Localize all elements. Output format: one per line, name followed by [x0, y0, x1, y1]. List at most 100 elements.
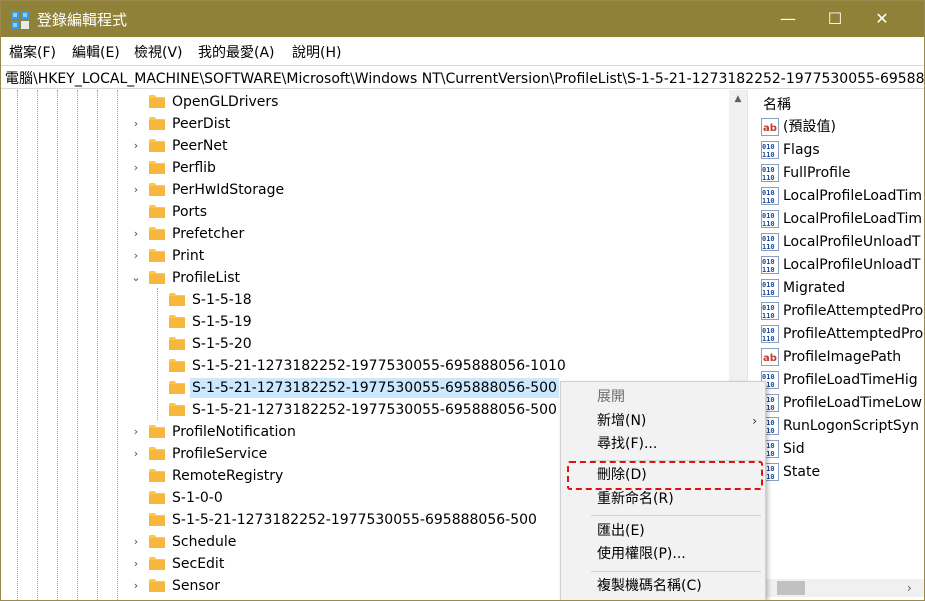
context-menu-find[interactable]: 尋找(F)...	[561, 433, 765, 456]
delete-highlight-box	[567, 461, 763, 490]
context-menu-permissions[interactable]: 使用權限(P)...	[561, 543, 765, 566]
tree-item-label: OpenGLDrivers	[172, 94, 279, 110]
svg-text:ab: ab	[763, 353, 777, 364]
svg-text:010: 010	[762, 235, 775, 243]
folder-icon	[169, 315, 185, 328]
title-bar: 登錄編輯程式 — ☐ ✕	[1, 1, 924, 37]
tree-item-prefetcher[interactable]: › Prefetcher	[1, 223, 729, 245]
tree-item-sid-1010[interactable]: S-1-5-21-1273182252-1977530055-695888056…	[1, 355, 729, 377]
address-bar[interactable]: 電腦\HKEY_LOCAL_MACHINE\SOFTWARE\Microsoft…	[1, 65, 924, 89]
scrollbar-thumb[interactable]	[777, 581, 805, 595]
binary-value-icon: 010110	[761, 187, 779, 205]
chevron-right-icon[interactable]: ›	[129, 179, 143, 201]
tree-item-s-1-5-20[interactable]: S-1-5-20	[1, 333, 729, 355]
svg-text:110: 110	[762, 289, 775, 297]
folder-icon	[149, 139, 165, 152]
column-header-name[interactable]: 名稱	[763, 94, 791, 114]
chevron-right-icon[interactable]: ›	[129, 553, 143, 575]
close-button[interactable]: ✕	[859, 1, 905, 37]
chevron-right-icon[interactable]: ›	[129, 245, 143, 267]
tree-item-label: PerHwIdStorage	[172, 182, 285, 198]
chevron-right-icon[interactable]: ›	[129, 575, 143, 597]
scroll-right-icon[interactable]: ›	[907, 579, 912, 597]
svg-text:010: 010	[762, 258, 775, 266]
chevron-right-icon[interactable]: ›	[129, 531, 143, 553]
tree-item-s-1-5-19[interactable]: S-1-5-19	[1, 311, 729, 333]
binary-value-icon: 010110	[761, 256, 779, 274]
chevron-right-icon[interactable]	[129, 487, 143, 509]
tree-item-opengldrivers[interactable]: OpenGLDrivers	[1, 91, 729, 113]
value-name: ProfileImagePath	[783, 349, 902, 365]
value-name: Flags	[783, 142, 820, 158]
chevron-right-icon[interactable]	[149, 355, 163, 377]
chevron-down-icon[interactable]: ⌄	[129, 267, 143, 289]
scroll-up-icon[interactable]: ▲	[729, 90, 747, 108]
context-menu-copy-key-name[interactable]: 複製機碼名稱(C)	[561, 575, 765, 598]
tree-item-label: S-1-5-19	[192, 314, 252, 330]
folder-icon	[149, 249, 165, 262]
folder-icon	[149, 425, 165, 438]
maximize-button[interactable]: ☐	[812, 1, 858, 37]
svg-text:110: 110	[762, 220, 775, 228]
chevron-right-icon[interactable]	[129, 91, 143, 113]
folder-icon	[149, 117, 165, 130]
chevron-right-icon[interactable]: ›	[129, 223, 143, 245]
menu-edit[interactable]: 編輯(E)	[72, 42, 120, 62]
context-menu-new[interactable]: 新增(N) ›	[561, 410, 765, 433]
folder-icon	[149, 557, 165, 570]
svg-text:ab: ab	[763, 123, 777, 134]
tree-item-s-1-5-18[interactable]: S-1-5-18	[1, 289, 729, 311]
value-name: RunLogonScriptSyn	[783, 418, 919, 434]
menu-item-label: 尋找(F)...	[597, 436, 658, 452]
values-list-pane[interactable]: 名稱 ab (預設值) 010 110 Flags 010 110 FullProf…	[755, 90, 924, 600]
menu-item-label: 複製機碼名稱(C)	[597, 578, 702, 594]
menu-help[interactable]: 說明(H)	[292, 42, 341, 62]
chevron-right-icon[interactable]	[149, 311, 163, 333]
address-path[interactable]: 電腦\HKEY_LOCAL_MACHINE\SOFTWARE\Microsoft…	[5, 68, 924, 88]
chevron-right-icon[interactable]: ›	[129, 421, 143, 443]
chevron-right-icon[interactable]	[129, 465, 143, 487]
tree-item-label: S-1-5-21-1273182252-1977530055-695888056…	[172, 512, 537, 528]
context-menu-expand: 展開	[561, 386, 765, 409]
tree-item-ports[interactable]: Ports	[1, 201, 729, 223]
svg-text:110: 110	[762, 266, 775, 274]
chevron-right-icon[interactable]	[129, 201, 143, 223]
tree-item-label: Schedule	[172, 534, 237, 550]
tree-item-perflib[interactable]: › Perflib	[1, 157, 729, 179]
svg-text:110: 110	[762, 151, 775, 159]
value-name: LocalProfileUnloadT	[783, 257, 921, 273]
chevron-right-icon[interactable]	[149, 333, 163, 355]
tree-item-profilelist[interactable]: ⌄ ProfileList	[1, 267, 729, 289]
binary-value-icon: 010110	[761, 279, 779, 297]
menu-view[interactable]: 檢視(V)	[134, 42, 183, 62]
values-horizontal-scrollbar[interactable]: ‹ ›	[755, 579, 924, 597]
menu-favorites[interactable]: 我的最愛(A)	[198, 42, 275, 62]
string-value-icon: ab	[761, 348, 779, 366]
chevron-right-icon[interactable]	[149, 377, 163, 399]
chevron-right-icon[interactable]: ›	[129, 157, 143, 179]
chevron-right-icon[interactable]: ›	[129, 135, 143, 157]
tree-item-label: S-1-0-0	[172, 490, 223, 506]
chevron-right-icon[interactable]: ›	[129, 443, 143, 465]
minimize-button[interactable]: —	[765, 1, 811, 37]
tree-item-label: S-1-5-21-1273182252-1977530055-695888056…	[192, 358, 566, 374]
chevron-right-icon[interactable]	[149, 289, 163, 311]
tree-item-label: Perflib	[172, 160, 216, 176]
menu-bar: 檔案(F) 編輯(E) 檢視(V) 我的最愛(A) 說明(H)	[1, 37, 924, 65]
tree-item-print[interactable]: › Print	[1, 245, 729, 267]
menu-item-label: 展開	[597, 389, 625, 405]
tree-item-peernet[interactable]: › PeerNet	[1, 135, 729, 157]
chevron-right-icon[interactable]: ›	[129, 113, 143, 135]
folder-icon	[149, 227, 165, 240]
chevron-right-icon[interactable]	[129, 509, 143, 531]
context-menu: 展開 新增(N) › 尋找(F)... 刪除(D) 重新命名(R) 匯出(E) …	[560, 381, 766, 600]
chevron-right-icon[interactable]	[149, 399, 163, 421]
tree-item-label: S-1-5-20	[192, 336, 252, 352]
svg-text:010: 010	[762, 373, 775, 381]
tree-item-label: ProfileService	[172, 446, 268, 462]
context-menu-export[interactable]: 匯出(E)	[561, 520, 765, 543]
context-menu-rename[interactable]: 重新命名(R)	[561, 488, 765, 511]
tree-item-perhwidstorage[interactable]: › PerHwIdStorage	[1, 179, 729, 201]
tree-item-peerdist[interactable]: › PeerDist	[1, 113, 729, 135]
menu-file[interactable]: 檔案(F)	[9, 42, 56, 62]
